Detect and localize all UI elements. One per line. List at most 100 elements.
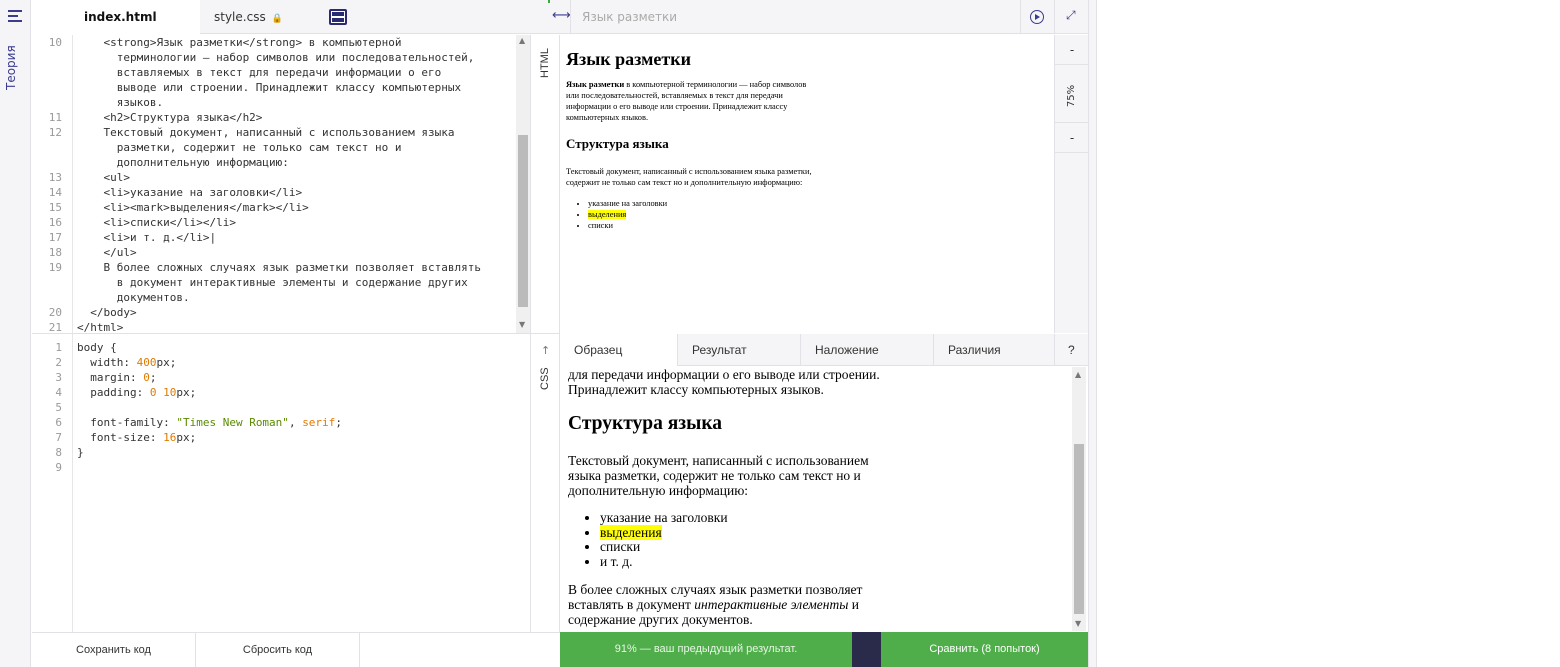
line-number: 14 [48,186,62,199]
scroll-down-icon[interactable]: ▼ [1075,619,1081,628]
code-line: вставляемых в текст для передачи информа… [32,65,516,80]
code-text: терминологии — набор символов или послед… [77,51,475,64]
code-token: font-size: [77,431,164,444]
highlight: выделения [588,210,627,219]
code-text: вставляемых в текст для передачи информа… [77,66,442,79]
code-line: 17 <li>и т. д.</li>| [32,230,516,245]
code-token: padding: [77,386,150,399]
code-text: body { [77,340,117,355]
resize-horizontal-icon[interactable]: ⟷ [552,8,571,23]
code-line: 13 <ul> [32,170,516,185]
divider-block [852,632,881,667]
code-line: дополнительную информацию: [32,155,516,170]
list-item: указание на заголовки [600,510,988,526]
result-scroll-thumb[interactable] [1074,444,1084,614]
arrow-up-icon[interactable]: ↑ [541,344,550,357]
tab-label: index.html [84,10,157,24]
line-number: 10 [48,36,62,49]
preview-title: Язык разметки [582,10,678,24]
scroll-up-icon[interactable]: ▲ [519,36,525,45]
code-line: 18 </ul> [32,245,516,260]
code-token: body { [77,341,117,354]
line-number: 19 [48,261,62,274]
editor-tabs: index.html style.css 🔒 [32,0,548,34]
css-editor[interactable]: 1 body {2 width: 400px; 3 margin: 0; 4 padd… [32,340,516,632]
html-scroll-thumb[interactable] [518,135,528,307]
line-number: 5 [55,401,62,414]
menu-icon[interactable] [8,10,22,25]
save-code-button[interactable]: Сохранить код [32,633,196,667]
html-preview: Язык разметки Язык разметки в компьютерн… [560,35,1054,332]
panel-layout-icon[interactable] [329,9,347,25]
compare-tabs: Образец Результат Наложение Различия ? [560,334,1088,366]
theory-toggle[interactable]: Теория [4,45,18,90]
result-paragraph: В более сложных случаях язык разметки по… [568,582,898,627]
app: Теория index.html style.css 🔒 ⟷ Язык разм… [0,0,1560,667]
code-text: Текстовый документ, написанный с использ… [77,126,455,139]
preview-paragraph: Язык разметки в компьютерной терминологи… [566,79,812,123]
line-number: 21 [48,321,62,333]
code-text: разметки, содержит не только сам текст н… [77,141,402,154]
line-number: 6 [55,416,62,429]
code-line: 1 body { [32,340,516,355]
line-number: 3 [55,371,62,384]
result-paragraph: для передачи информации о его выводе или… [568,367,880,397]
scroll-up-icon[interactable]: ▲ [1075,370,1081,379]
line-number: 18 [48,246,62,259]
code-line: 6 font-family: "Times New Roman", serif; [32,415,516,430]
code-line: в документ интерактивные элементы и соде… [32,275,516,290]
divider [1054,0,1055,34]
compare-button[interactable]: Сравнить (8 попыток) [881,632,1088,667]
expand-icon[interactable]: ⤢ [1066,8,1076,23]
help-button[interactable]: ? [1055,334,1088,366]
code-line: 15 <li><mark>выделения</mark></li> [32,200,516,215]
code-token: "Times New Roman" [176,416,289,429]
code-line: выводе или строении. Принадлежит классу … [32,80,516,95]
list-item: списки [600,539,988,555]
code-text: } [77,445,84,460]
code-line: 7 font-size: 16px; [32,430,516,445]
zoom-out-button[interactable]: - [1055,35,1089,65]
code-token: ; [335,416,342,429]
code-token: font-family: [77,416,177,429]
list-item: и т. д. [600,554,988,570]
line-number: 4 [55,386,62,399]
tab-sample[interactable]: Образец [560,334,678,366]
code-token: px; [176,431,197,444]
tab-overlay[interactable]: Наложение [801,334,934,366]
reset-code-button[interactable]: Сбросить код [196,633,360,667]
code-line: 11 <h2>Структура языка</h2> [32,110,516,125]
tab-index-html[interactable]: index.html [32,0,200,34]
code-token: serif [302,416,336,429]
line-number: 20 [48,306,62,319]
line-number: 17 [48,231,62,244]
code-text: <li>и т. д.</li>| [77,231,217,244]
line-number: 15 [48,201,62,214]
html-label: HTML [539,48,551,78]
tab-result[interactable]: Результат [678,334,801,366]
preview-list: указание на заголовки выделения списки [566,198,1048,231]
html-editor[interactable]: 10 <strong>Язык разметки</strong> в комп… [32,35,516,333]
code-line: 14 <li>указание на заголовки</li> [32,185,516,200]
tab-differences[interactable]: Различия [934,334,1055,366]
code-text: <strong>Язык разметки</strong> в компьют… [77,36,402,49]
code-token: 16 [163,431,177,444]
line-number: 16 [48,216,62,229]
code-line: терминологии — набор символов или послед… [32,50,516,65]
preview-strong: Язык разметки [566,80,625,89]
code-text: <ul> [77,171,130,184]
scroll-down-icon[interactable]: ▼ [519,320,525,329]
result-list: указание на заголовки выделения списки и… [568,510,988,570]
code-text: padding: 0 10px; [77,385,196,400]
play-icon[interactable] [1030,10,1044,24]
code-text: документов. [77,291,190,304]
code-line: 12 Текстовый документ, написанный с испо… [32,125,516,140]
zoom-in-button[interactable]: - [1055,123,1089,153]
left-sidebar: Теория [0,0,31,667]
divider [32,333,560,334]
editor-actions: Сохранить код Сбросить код [32,632,560,667]
line-number: 12 [48,126,62,139]
code-token: margin: [77,371,144,384]
zoom-panel: - 75% - [1054,35,1089,333]
code-token: } [77,446,84,459]
